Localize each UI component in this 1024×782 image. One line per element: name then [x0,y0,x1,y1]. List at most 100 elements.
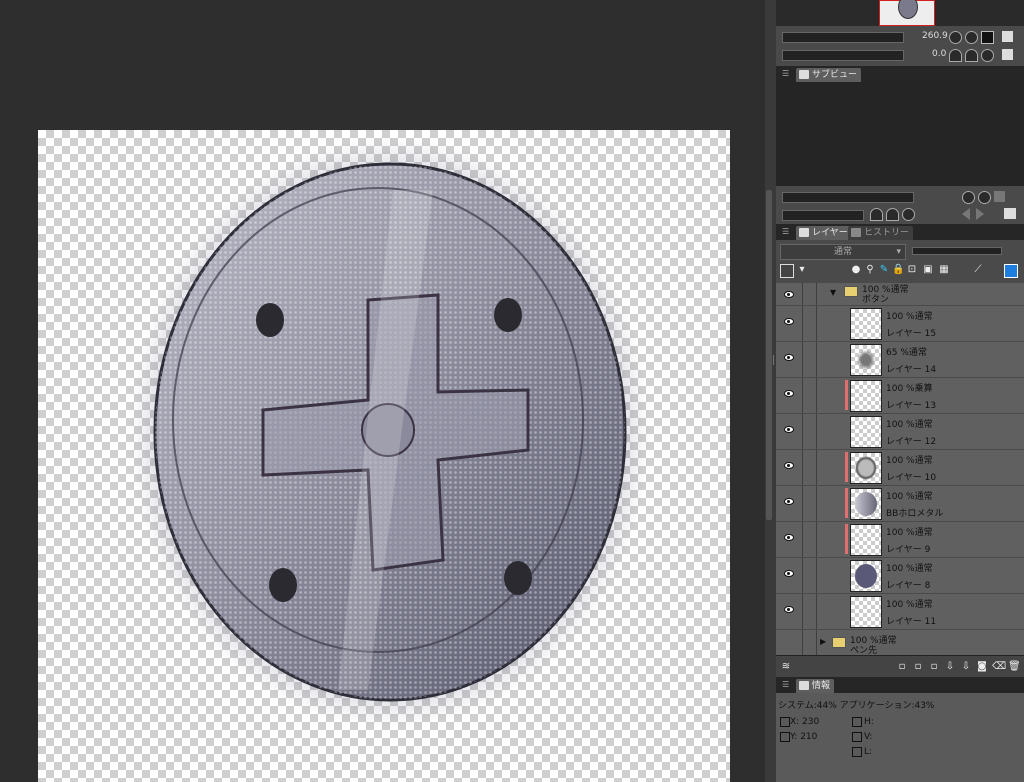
draft-layer-icon[interactable]: ⚲ [864,264,876,276]
layer-panel-menu-icon[interactable]: ☰ [782,227,789,236]
mask-icon[interactable]: ▣ [922,264,934,276]
eye-icon[interactable] [784,290,794,298]
subview-area[interactable] [776,82,1024,186]
trash-icon[interactable]: 🗑 [1008,661,1021,673]
previous-icon[interactable] [962,208,970,220]
layer-thumbnail [850,524,882,556]
property-reset-icon[interactable] [902,208,915,221]
h-value-icon [852,717,862,727]
pen-icon[interactable]: ✎ [878,264,890,276]
ruler-icon[interactable]: ▦ [938,264,950,276]
clip-icon[interactable]: ⊡ [906,264,918,276]
property-zoom-in-icon[interactable] [978,191,991,204]
new-folder-icon[interactable]: ▫ [928,661,940,673]
layer-color-icon[interactable]: ⟋ [972,264,984,276]
new-vector-layer-icon[interactable]: ▫ [912,661,924,673]
navigator-panel: 260.9 0.0 [776,0,1024,66]
folder-open-icon[interactable] [1004,208,1016,219]
layer-thumbnail [850,344,882,376]
dropdown-icon[interactable]: ▾ [796,264,808,276]
y-coordinate: Y: 210 [790,732,818,742]
zoom-in-icon[interactable] [965,31,978,44]
actual-size-icon[interactable] [1002,31,1013,42]
layer-row[interactable]: 100 %通常 レイヤー 8 [776,557,1024,594]
folder-expand-icon[interactable]: ▼ [830,288,836,297]
l-value-icon [852,747,862,757]
zoom-slider[interactable] [782,32,904,43]
layer-thumbnail [850,488,882,520]
color-swatch-icon[interactable] [780,264,794,278]
rotate-slider[interactable] [782,50,904,61]
eye-icon[interactable] [784,425,794,433]
reference-layer-icon[interactable]: ● [850,264,862,276]
layer-row[interactable]: 100 %通常 レイヤー 15 [776,305,1024,342]
eye-icon[interactable] [784,353,794,361]
eye-icon[interactable] [784,461,794,469]
lock-icon[interactable]: 🔒 [892,264,904,276]
layer-color-mark [845,524,848,554]
layer-opacity-slider[interactable] [782,192,914,203]
layer-name-label: レイヤー 15 [886,329,937,339]
info-panel-menu-icon[interactable]: ☰ [782,680,789,689]
property-zoom-out-icon[interactable] [962,191,975,204]
flip-horizontal-icon[interactable] [1002,49,1013,60]
layer-thumbnail [850,380,882,412]
tab-history-label: ヒストリー [864,228,910,238]
merge-down-icon[interactable]: ⇩ [960,661,972,673]
blue-color-icon[interactable] [1004,264,1018,278]
layer-opacity-label: 100 %乗算 [886,384,933,394]
navigator-view-frame[interactable] [879,0,935,26]
new-raster-layer-icon[interactable]: ▫ [896,661,908,673]
layer-stack-icon[interactable]: ≋ [780,661,792,673]
info-tabbar: ☰ 情報 [776,677,1024,693]
history-icon [851,228,861,237]
layer-row[interactable]: 100 %通常 レイヤー 10 [776,449,1024,486]
layer-row[interactable]: 100 %乗算 レイヤー 13 [776,377,1024,414]
layer-opacity-label: 65 %通常 [886,348,927,358]
zoom-out-icon[interactable] [949,31,962,44]
mask-layer-icon[interactable]: ◙ [976,661,988,673]
panel-menu-icon[interactable]: ☰ [782,69,789,78]
layer-row[interactable]: 100 %通常 レイヤー 11 [776,593,1024,630]
eye-icon[interactable] [784,533,794,541]
reset-rotate-icon[interactable] [981,49,994,62]
eye-icon[interactable] [784,389,794,397]
thumbnail-art [855,564,877,588]
layer-thumbnail [850,596,882,628]
eye-icon[interactable] [784,569,794,577]
tab-layer[interactable]: レイヤー [796,226,852,240]
layer-tone-slider[interactable] [782,210,864,221]
tab-subview[interactable]: サブビュー [796,68,862,82]
property-rotate-right-icon[interactable] [886,208,899,221]
angle-value: 0.0 [932,49,947,59]
blend-mode-select[interactable]: 通常 ▾ [780,244,906,260]
rotate-left-icon[interactable] [949,49,962,62]
layer-row[interactable]: 65 %通常 レイヤー 14 [776,341,1024,378]
property-fit-icon[interactable] [994,191,1005,202]
tab-info[interactable]: 情報 [796,679,835,693]
fit-view-icon[interactable] [981,31,994,44]
layer-folder-row-collapsed[interactable]: ▶ 100 %通常 ペン先 [776,629,1024,655]
clear-icon[interactable]: ⌫ [992,661,1006,673]
layer-row[interactable]: 100 %通常 BBホロメタル [776,485,1024,522]
canvas[interactable] [38,130,730,782]
subview-icon [799,70,809,79]
opacity-bar[interactable] [912,247,1002,255]
canvas-scrollbar[interactable] [766,190,772,520]
rotate-right-icon[interactable] [965,49,978,62]
layer-row[interactable]: 100 %通常 レイヤー 12 [776,413,1024,450]
tab-history[interactable]: ヒストリー [848,226,914,240]
transfer-down-icon[interactable]: ⇩ [944,661,956,673]
folder-collapse-icon[interactable]: ▶ [820,637,826,646]
eye-icon[interactable] [784,317,794,325]
layer-row[interactable]: 100 %通常 レイヤー 9 [776,521,1024,558]
eye-icon[interactable] [784,497,794,505]
layer-folder-row[interactable]: ▼ 100 %通常 ボタン [776,283,1024,306]
property-rotate-left-icon[interactable] [870,208,883,221]
eye-icon[interactable] [784,605,794,613]
layer-list[interactable]: ▼ 100 %通常 ボタン 100 %通常 レイヤー 15 65 %通常 レイヤー 1… [776,283,1024,655]
next-icon[interactable] [976,208,984,220]
info-icon [799,681,809,690]
layer-command-bar: ≋ ▫ ▫ ▫ ⇩ ⇩ ◙ ⌫ 🗑 [776,655,1024,678]
layer-thumbnail [850,452,882,484]
